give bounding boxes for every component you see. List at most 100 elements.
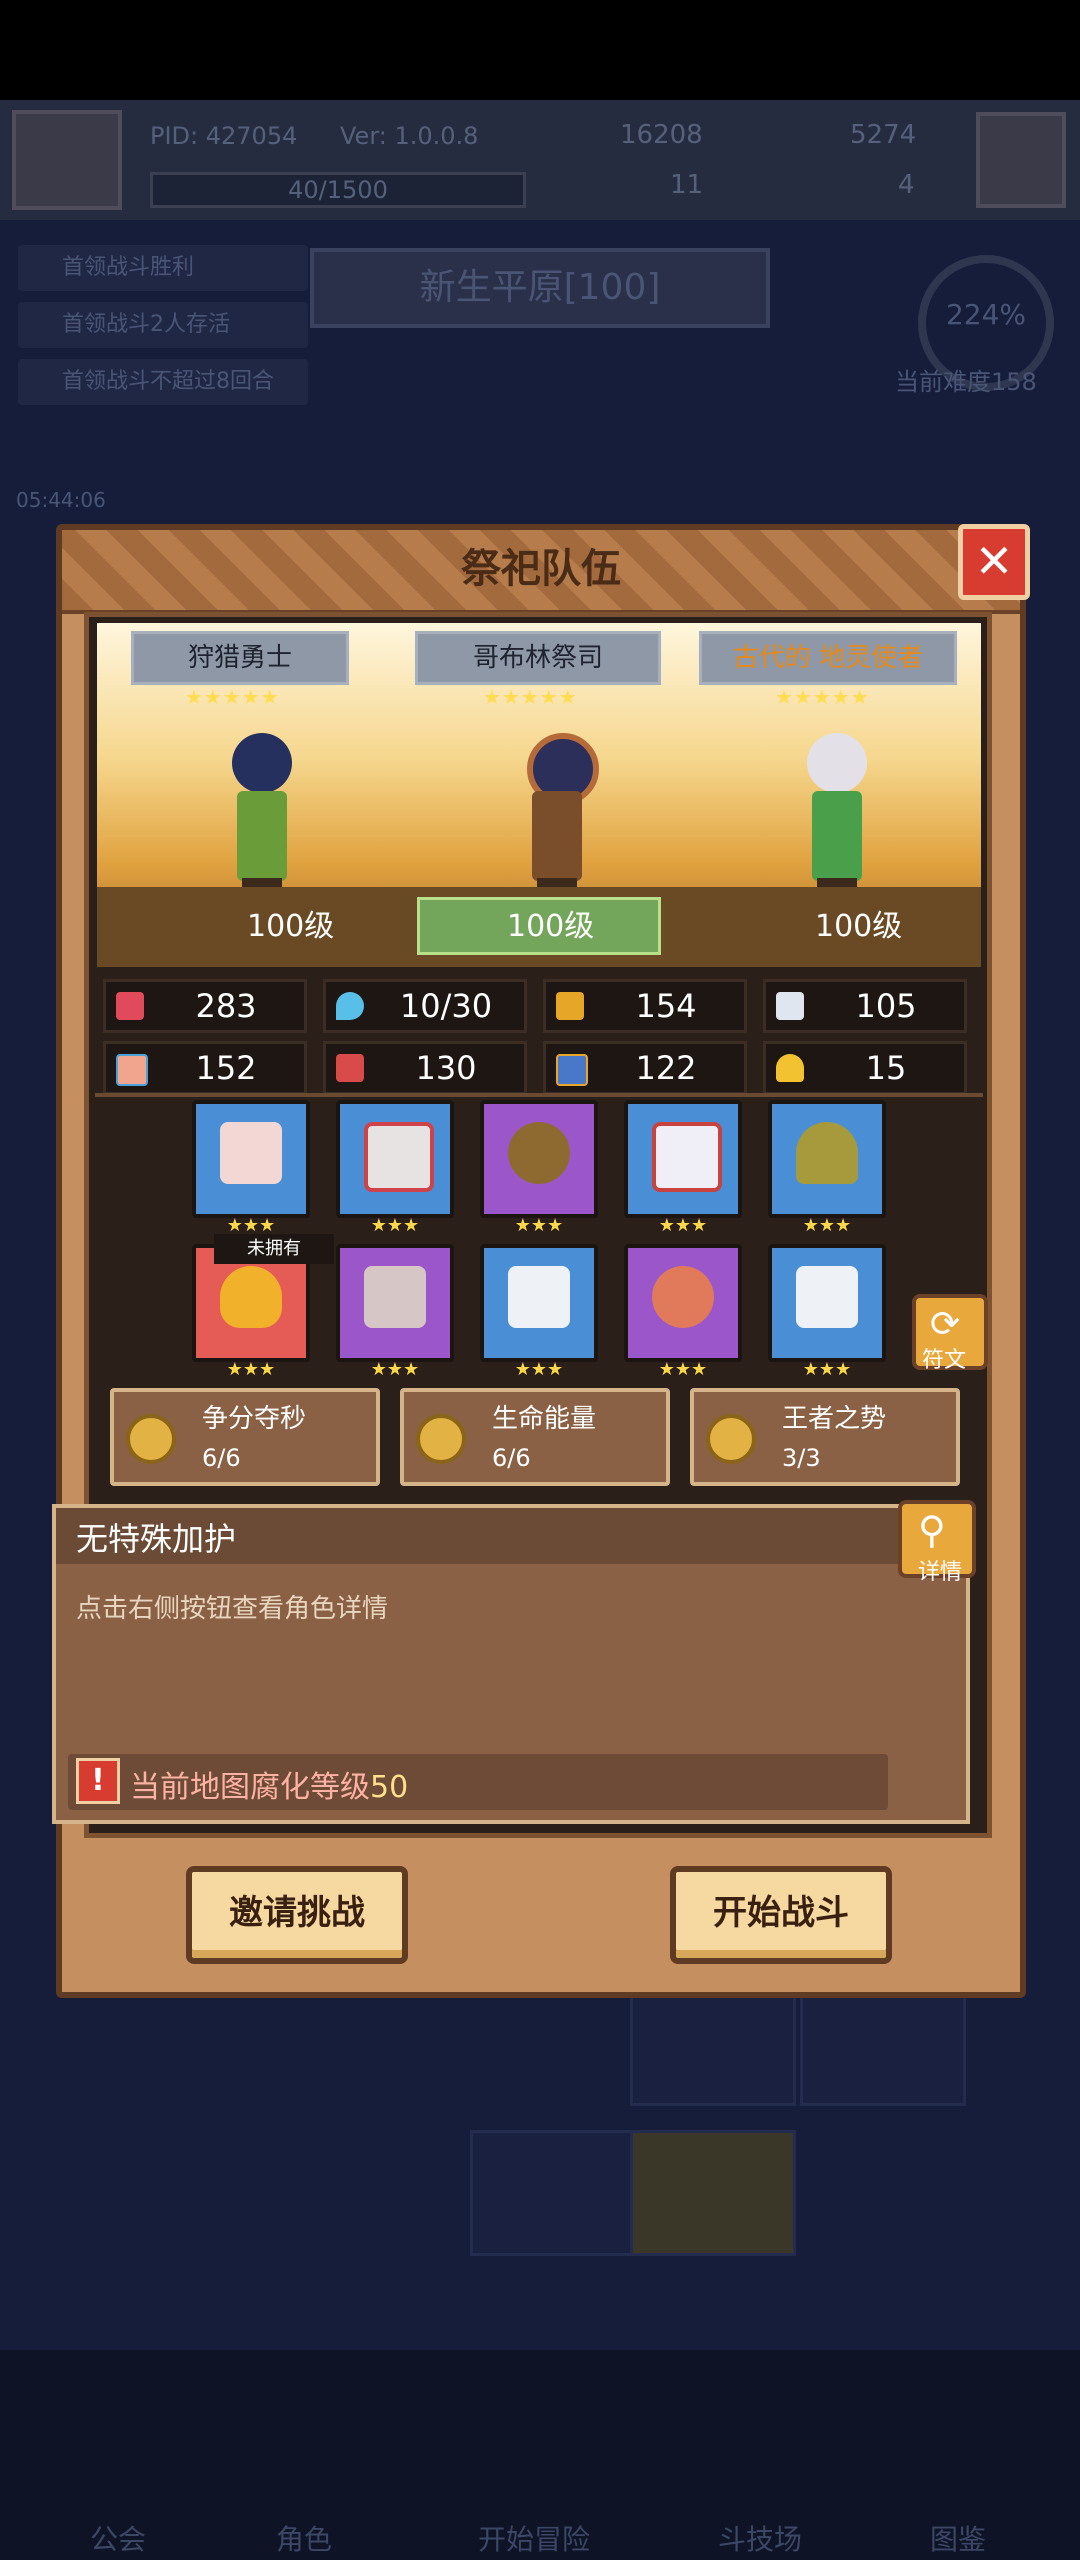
rune-label: 符文 [922,1348,967,1373]
book-icon [336,1054,364,1082]
resource-count-1: 11 [670,170,704,200]
stat-attack: 152 [103,1041,307,1095]
equip-slot-heart-shield[interactable]: ★★★ [336,1100,454,1236]
hero-stars-1: ★★★★★ [185,685,280,709]
hero-level-1: 100级 [247,909,335,944]
hero-level-2: 100级 [507,909,595,944]
gold-count: 16208 [620,120,703,150]
stat-armor: 122 [543,1041,747,1095]
armor-icon [556,1054,588,1086]
dialog-title: 祭祀队伍 [461,546,621,592]
nav-adventure: 开始冒险 [478,2523,591,2556]
task-item: 首领战斗胜利 [18,245,308,291]
resource-count-2: 4 [898,170,915,200]
equip-slot-staff[interactable]: ★★★ [192,1100,310,1236]
stat-mana: 10/30 [323,979,527,1033]
blessing-hint: 点击右侧按钮查看角色详情 [76,1594,389,1624]
set-bonus-1[interactable]: 争分夺秒 6/6 [110,1388,380,1486]
set-bonus-2[interactable]: 生命能量 6/6 [400,1388,670,1486]
hero-stage: 狩猎勇士 ★★★★★ 哥布林祭司 ★★★★★ 古代的 地灵使者 ★★★★★ 10… [97,623,981,967]
divider [95,1093,983,1097]
hero-name-1: 狩猎勇士 [131,631,349,685]
task-item: 首领战斗不超过8回合 [18,359,308,405]
gem-count: 5274 [850,120,917,150]
task-item: 首领战斗2人存活 [18,302,308,348]
equip-slot-gloves[interactable]: ★★★ [768,1100,886,1236]
magnifier-icon: ⚲ [918,1508,946,1552]
bg-tile [630,1980,796,2106]
dialog-titlebar: 祭祀队伍 [62,530,1020,614]
rune-swap-icon: ⟳ [930,1304,961,1345]
bg-tile [800,1980,966,2106]
blessing-header: 无特殊加护 [56,1508,966,1564]
blessing-title: 无特殊加护 [76,1520,237,1558]
timer: 05:44:06 [16,488,106,512]
horseshoe-icon [776,1054,804,1082]
mana-drop-icon [336,992,364,1020]
hero-stars-3: ★★★★★ [775,685,870,709]
equip-slot-helmet[interactable]: ★★★ [624,1244,742,1380]
heart-icon [116,992,144,1020]
close-icon: ✕ [974,534,1014,588]
equip-slot-heart-charm[interactable]: ★★★ [624,1100,742,1236]
heart-charm-icon [652,1122,722,1192]
cape-icon [364,1266,426,1328]
not-owned-tag: 未拥有 [214,1234,334,1264]
difficulty-label: 当前难度158 [895,368,1037,396]
nav-codex: 图鉴 [930,2523,987,2556]
equip-slot-boots[interactable]: ★★★ [768,1244,886,1380]
gloves-icon [796,1122,858,1184]
corruption-level: 50 [370,1770,409,1805]
version-label: Ver: 1.0.0.8 [340,122,479,150]
fist-icon [116,1054,148,1086]
nav-character: 角色 [276,2523,333,2556]
body-armor-icon [508,1266,570,1328]
hero-sprite-goblin-priest[interactable] [482,733,632,903]
set-coin-icon [706,1414,756,1464]
corruption-text: 当前地图腐化等级50 [130,1762,408,1806]
helmet-icon [652,1266,714,1328]
nav-guild: 公会 [90,2523,147,2556]
settings-gear-icon [976,112,1066,208]
stat-luck: 15 [763,1041,967,1095]
start-battle-button[interactable]: 开始战斗 [670,1866,892,1964]
hero-level-bar: 100级 100级 100级 [97,887,981,967]
shield-icon [556,992,584,1020]
invite-challenge-button[interactable]: 邀请挑战 [186,1866,408,1964]
player-id: PID: 427054 [150,122,298,150]
status-bar [0,0,1080,100]
equip-slot-cape[interactable]: ★★★ [336,1244,454,1380]
hero-level-3: 100级 [815,909,903,944]
equip-slot-necklace[interactable]: ★★★ [480,1100,598,1236]
heart-shield-icon [364,1122,434,1192]
equip-slot-armor[interactable]: ★★★ [480,1244,598,1380]
hero-sprite-hunter[interactable] [187,733,337,903]
boots-icon [796,1266,858,1328]
map-name: 新生平原[100] [310,248,770,328]
exp-bar: 40/1500 [150,172,526,208]
set-coin-icon [416,1414,466,1464]
hero-stars-2: ★★★★★ [483,685,578,709]
corruption-prefix: 当前地图腐化等级 [130,1770,370,1805]
stat-magic: 130 [323,1041,527,1095]
set-coin-icon [126,1414,176,1464]
bg-tile [630,2130,796,2256]
top-bar: PID: 427054 Ver: 1.0.0.8 16208 5274 40/1… [0,100,1080,220]
hero-name-3: 古代的 地灵使者 [699,631,957,685]
necklace-icon [508,1122,570,1184]
stat-defense: 154 [543,979,747,1033]
bg-tile [470,2130,636,2256]
blessing-panel: 无特殊加护 ⚲ 详情 点击右侧按钮查看角色详情 ! 当前地图腐化等级50 [52,1500,976,1824]
stat-hp: 283 [103,979,307,1033]
set-bonus-3[interactable]: 王者之势 3/3 [690,1388,960,1486]
corruption-warning: ! 当前地图腐化等级50 [68,1754,888,1810]
stat-speed: 105 [763,979,967,1033]
detail-label: 详情 [918,1560,963,1585]
warning-icon: ! [76,1758,120,1804]
wing-icon [776,992,804,1020]
hero-sprite-earth-envoy[interactable] [762,733,912,903]
close-button[interactable]: ✕ [958,524,1030,600]
hero-name-2: 哥布林祭司 [415,631,661,685]
staff-icon [220,1122,282,1184]
avatar [12,110,122,210]
